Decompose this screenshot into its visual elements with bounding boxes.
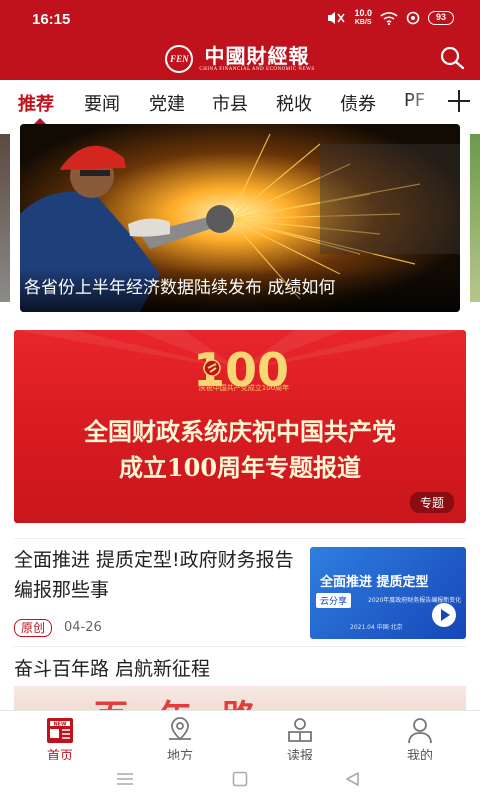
app-name: 中國財經報 <box>204 43 310 68</box>
profile-icon <box>408 718 432 744</box>
status-time: 16:15 <box>32 11 71 28</box>
tab-bonds[interactable]: 债券 <box>340 90 376 116</box>
original-tag: 原创 <box>14 619 53 637</box>
special-topic-card[interactable]: 100 庆祝中国共产党成立100周年 全国财政系统庆祝中国共产党 成立100周年… <box>14 330 466 523</box>
banner-slide[interactable]: 各省份上半年经济数据陆续发布 成绩如何 <box>20 124 460 312</box>
status-icons: 10.0 KB/S 93 <box>326 9 454 27</box>
home-icon[interactable] <box>232 771 248 787</box>
news-icon: NEW <box>47 718 73 743</box>
app-header: 16:15 10.0 KB/S 93 FEN 中國財經報 CHINA FINAN… <box>0 0 480 80</box>
play-icon <box>432 603 456 627</box>
channel-tabs: 推荐 要闻 党建 市县 税收 债券 PF <box>0 80 480 124</box>
news-item[interactable]: 全面推进 提质定型!政府财务报告编报那些事 原创 04-26 全面推进 提质定型… <box>14 545 466 641</box>
carousel-next-peek[interactable] <box>470 134 480 302</box>
bottom-nav: NEW 首页 地方 读报 我的 <box>0 710 480 766</box>
add-channel-icon[interactable] <box>446 88 472 114</box>
wifi-icon <box>380 12 398 25</box>
nav-profile[interactable]: 我的 <box>380 711 460 767</box>
search-icon[interactable] <box>438 44 466 72</box>
svg-text:NEW: NEW <box>53 722 67 728</box>
app-name-en: CHINA FINANCIAL AND ECONOMIC NEWS <box>199 66 315 72</box>
banner-caption-overlay: 各省份上半年经济数据陆续发布 成绩如何 <box>20 268 460 312</box>
status-bar: 16:15 10.0 KB/S 93 <box>0 0 480 40</box>
news-thumbnail: 全面推进 提质定型 云分享 2020年度政府财务报告编报新变化 2021.04 … <box>310 547 466 639</box>
carousel-prev-peek[interactable] <box>0 134 10 302</box>
nav-home[interactable]: NEW 首页 <box>20 711 100 767</box>
menu-icon[interactable] <box>116 772 134 786</box>
net-speed: 10.0 KB/S <box>354 8 372 27</box>
topic-title: 全国财政系统庆祝中国共产党 成立100周年专题报道 <box>84 417 396 482</box>
nav-reader[interactable]: 读报 <box>260 711 340 767</box>
topic-badge: 专题 <box>409 492 454 513</box>
system-nav-bar <box>0 760 480 800</box>
party-anniversary-emblem: 100 <box>193 343 289 397</box>
section-title[interactable]: 奋斗百年路 启航新征程 <box>14 654 210 681</box>
news-title: 全面推进 提质定型!政府财务报告编报那些事 <box>14 549 294 601</box>
tab-party[interactable]: 党建 <box>149 90 185 116</box>
tab-tax[interactable]: 税收 <box>276 90 312 116</box>
tab-headlines[interactable]: 要闻 <box>84 90 120 116</box>
location-icon <box>169 717 191 741</box>
logo-mark: FEN <box>165 45 194 73</box>
banner-carousel[interactable]: 各省份上半年经济数据陆续发布 成绩如何 <box>0 124 480 312</box>
nav-local[interactable]: 地方 <box>140 711 220 767</box>
banner-caption: 各省份上半年经济数据陆续发布 成绩如何 <box>24 278 336 298</box>
emblem-caption: 庆祝中国共产党成立100周年 <box>198 384 290 392</box>
back-icon[interactable] <box>344 771 360 787</box>
section-banner-image[interactable]: 百年路 <box>14 686 466 710</box>
tab-counties[interactable]: 市县 <box>212 90 248 116</box>
battery-indicator: 93 <box>428 11 454 25</box>
reader-icon <box>288 718 312 742</box>
mute-vibrate-icon <box>328 12 346 24</box>
alarm-icon <box>406 11 420 25</box>
app-logo: FEN 中國財經報 CHINA FINANCIAL AND ECONOMIC N… <box>0 44 480 74</box>
tab-recommend[interactable]: 推荐 <box>18 90 54 116</box>
news-date: 04-26 <box>64 620 102 635</box>
